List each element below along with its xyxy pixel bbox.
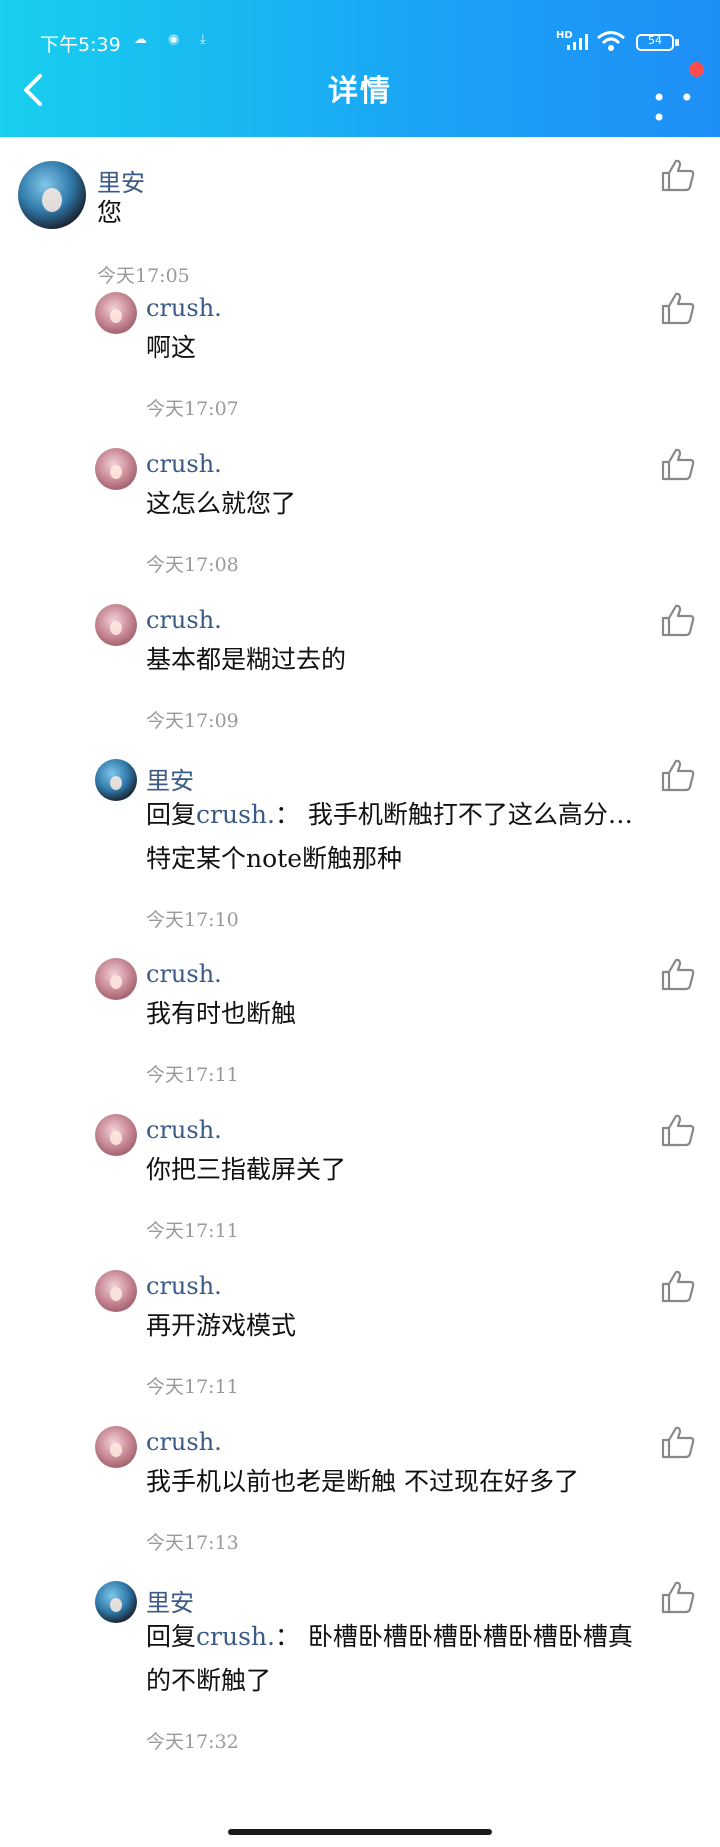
like-button[interactable] xyxy=(660,602,696,638)
reply-prefix: 回复 xyxy=(146,1622,197,1651)
reply-target-user[interactable]: crush. xyxy=(196,800,275,829)
reply-timestamp: 今天17:08 xyxy=(146,554,239,576)
avatar[interactable] xyxy=(95,1581,137,1623)
avatar[interactable] xyxy=(95,759,137,801)
like-button[interactable] xyxy=(660,1268,696,1304)
status-time: 下午5:39 xyxy=(40,34,121,56)
battery-level: 54 xyxy=(648,34,662,47)
like-button[interactable] xyxy=(660,1112,696,1148)
home-indicator[interactable] xyxy=(228,1829,492,1835)
avatar[interactable] xyxy=(95,292,137,334)
reply-timestamp: 今天17:11 xyxy=(146,1376,239,1398)
reply-content: 回复crush.： 我手机断触打不了这么高分… 特定某个note断触那种 xyxy=(146,793,686,881)
signal-icon xyxy=(567,34,588,50)
status-bar: 下午5:39 ☁ ◉ ⤓ HD 54 xyxy=(0,22,720,62)
avatar[interactable] xyxy=(95,958,137,1000)
reply-timestamp: 今天17:13 xyxy=(146,1532,239,1554)
reply-username[interactable]: crush. xyxy=(146,960,222,988)
reply-content: 我有时也断触 xyxy=(146,999,297,1028)
reply-target-user[interactable]: crush. xyxy=(196,1622,275,1651)
like-button[interactable] xyxy=(660,157,696,193)
reply-prefix: 回复 xyxy=(146,800,197,829)
reply-username[interactable]: 里安 xyxy=(146,1583,194,1618)
cloud-icon: ☁ xyxy=(134,32,147,47)
reply-content: 啊这 xyxy=(146,333,197,362)
like-button[interactable] xyxy=(660,956,696,992)
avatar[interactable] xyxy=(95,1426,137,1468)
download-icon: ⤓ xyxy=(200,32,206,47)
reply-text-line2: 的不断触了 xyxy=(146,1666,272,1695)
reply-username[interactable]: 里安 xyxy=(146,761,194,796)
reply-timestamp: 今天17:32 xyxy=(146,1731,239,1753)
reply-timestamp: 今天17:10 xyxy=(146,909,239,931)
more-button[interactable]: • • • xyxy=(652,74,700,130)
wifi-icon xyxy=(597,31,625,51)
reply-content: 基本都是糊过去的 xyxy=(146,645,347,674)
reply-username[interactable]: crush. xyxy=(146,1116,222,1144)
reply-text-line2: 特定某个note断触那种 xyxy=(146,844,402,873)
reply-timestamp: 今天17:11 xyxy=(146,1220,239,1242)
like-button[interactable] xyxy=(660,290,696,326)
reply-content: 回复crush.： 卧槽卧槽卧槽卧槽卧槽卧槽真 的不断触了 xyxy=(146,1615,686,1703)
avatar[interactable] xyxy=(18,161,86,229)
reply-text: ： 卧槽卧槽卧槽卧槽卧槽卧槽真 xyxy=(274,1622,633,1651)
reply-content: 你把三指截屏关了 xyxy=(146,1155,347,1184)
avatar[interactable] xyxy=(95,1114,137,1156)
notification-dot xyxy=(689,62,704,77)
more-dots-icon: • • • xyxy=(652,84,697,132)
circle-icon: ◉ xyxy=(168,32,180,47)
page-title: 详情 xyxy=(328,74,392,109)
reply-content: 再开游戏模式 xyxy=(146,1311,297,1340)
avatar[interactable] xyxy=(95,1270,137,1312)
reply-username[interactable]: crush. xyxy=(146,294,222,322)
like-button[interactable] xyxy=(660,446,696,482)
avatar[interactable] xyxy=(95,604,137,646)
reply-timestamp: 今天17:11 xyxy=(146,1064,239,1086)
reply-content: 我手机以前也老是断触 不过现在好多了 xyxy=(146,1467,579,1496)
reply-username[interactable]: crush. xyxy=(146,1428,222,1456)
like-button[interactable] xyxy=(660,1579,696,1615)
reply-username[interactable]: crush. xyxy=(146,450,222,478)
comment-timestamp: 今天17:05 xyxy=(97,265,190,287)
reply-username[interactable]: crush. xyxy=(146,1272,222,1300)
reply-content: 这怎么就您了 xyxy=(146,489,297,518)
reply-username[interactable]: crush. xyxy=(146,606,222,634)
like-button[interactable] xyxy=(660,1424,696,1460)
avatar[interactable] xyxy=(95,448,137,490)
app-header: 下午5:39 ☁ ◉ ⤓ HD 54 详情 • • • xyxy=(0,0,720,137)
comment-content: 您 xyxy=(97,198,123,227)
reply-text: ： 我手机断触打不了这么高分… xyxy=(274,800,633,829)
reply-timestamp: 今天17:09 xyxy=(146,710,239,732)
battery-tip xyxy=(675,39,679,46)
like-button[interactable] xyxy=(660,757,696,793)
reply-timestamp: 今天17:07 xyxy=(146,398,239,420)
